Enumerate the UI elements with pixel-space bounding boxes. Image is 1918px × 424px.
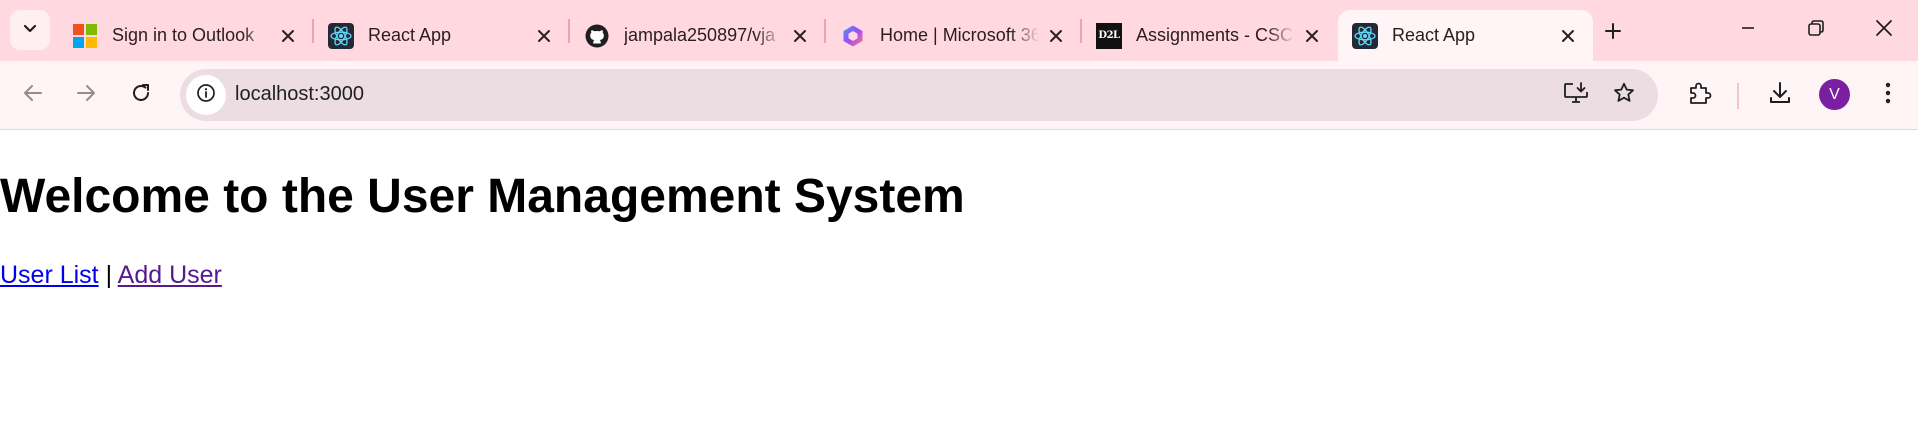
info-icon [196,83,216,108]
download-icon [1767,80,1793,111]
page-content: Welcome to the User Management System Us… [0,131,1918,424]
d2l-icon: D2L [1096,22,1122,49]
install-desktop-icon [1563,81,1589,110]
bookmark-button[interactable] [1606,77,1642,113]
microsoft365-icon [840,23,866,49]
page-title: Welcome to the User Management System [0,170,965,223]
close-icon[interactable] [1301,25,1323,47]
tab-assignments[interactable]: D2L Assignments - CSC [1082,10,1337,61]
tab-github-repo[interactable]: jampala250897/vja [570,10,825,61]
close-icon[interactable] [277,25,299,47]
site-info-button[interactable] [186,75,226,115]
close-icon[interactable] [789,25,811,47]
tab-title: Assignments - CSC [1136,25,1294,45]
tab-react-app[interactable]: React App [314,10,569,61]
minimize-icon [1740,20,1756,41]
tab-sign-in-outlook[interactable]: Sign in to Outlook [58,10,313,61]
more-vertical-icon [1884,81,1892,110]
star-icon [1612,81,1636,110]
new-tab-button[interactable] [1596,16,1630,50]
close-icon[interactable] [533,25,555,47]
arrow-left-icon [22,82,44,109]
downloads-button[interactable] [1760,75,1800,115]
reload-icon [130,82,152,109]
page-navigation: User List | Add User [0,261,222,290]
tab-title: Home | Microsoft 365 [880,25,1039,45]
close-icon[interactable] [1557,25,1579,47]
reload-button[interactable] [121,75,161,115]
tab-title: jampala250897/vja [624,25,776,45]
install-app-button[interactable] [1558,77,1594,113]
plus-icon [1604,22,1622,45]
puzzle-icon [1687,80,1713,111]
url-text[interactable]: localhost:3000 [235,83,364,106]
tab-title: Sign in to Outlook [112,25,255,45]
tab-title: React App [1392,25,1476,45]
extensions-button[interactable] [1680,75,1720,115]
restore-button[interactable] [1786,12,1846,48]
back-button[interactable] [13,75,53,115]
user-list-link[interactable]: User List [0,261,99,289]
arrow-right-icon [75,82,97,109]
browser-menu-button[interactable] [1868,75,1908,115]
tab-search-button[interactable] [10,10,50,50]
nav-separator: | [105,261,113,289]
tab-title: React App [368,25,452,45]
browser-toolbar: localhost:3000 V [0,61,1918,130]
minimize-button[interactable] [1718,12,1778,48]
close-window-button[interactable] [1854,12,1914,48]
microsoft-icon [72,23,98,49]
close-icon [1875,19,1893,42]
react-icon [328,22,354,49]
tab-react-app-active[interactable]: React App [1338,10,1593,61]
toolbar-divider [1737,83,1739,109]
add-user-link[interactable]: Add User [118,261,222,289]
tab-strip: Sign in to Outlook React App jampala2508… [0,0,1918,61]
address-bar[interactable]: localhost:3000 [180,69,1658,121]
d2l-logo-text: D2L [1096,22,1122,49]
react-icon [1352,22,1378,49]
forward-button[interactable] [66,75,106,115]
close-icon[interactable] [1045,25,1067,47]
tab-microsoft-365[interactable]: Home | Microsoft 365 [826,10,1081,61]
profile-avatar[interactable]: V [1819,79,1850,110]
restore-icon [1807,19,1825,42]
chevron-down-icon [22,20,38,41]
github-icon [584,23,610,49]
